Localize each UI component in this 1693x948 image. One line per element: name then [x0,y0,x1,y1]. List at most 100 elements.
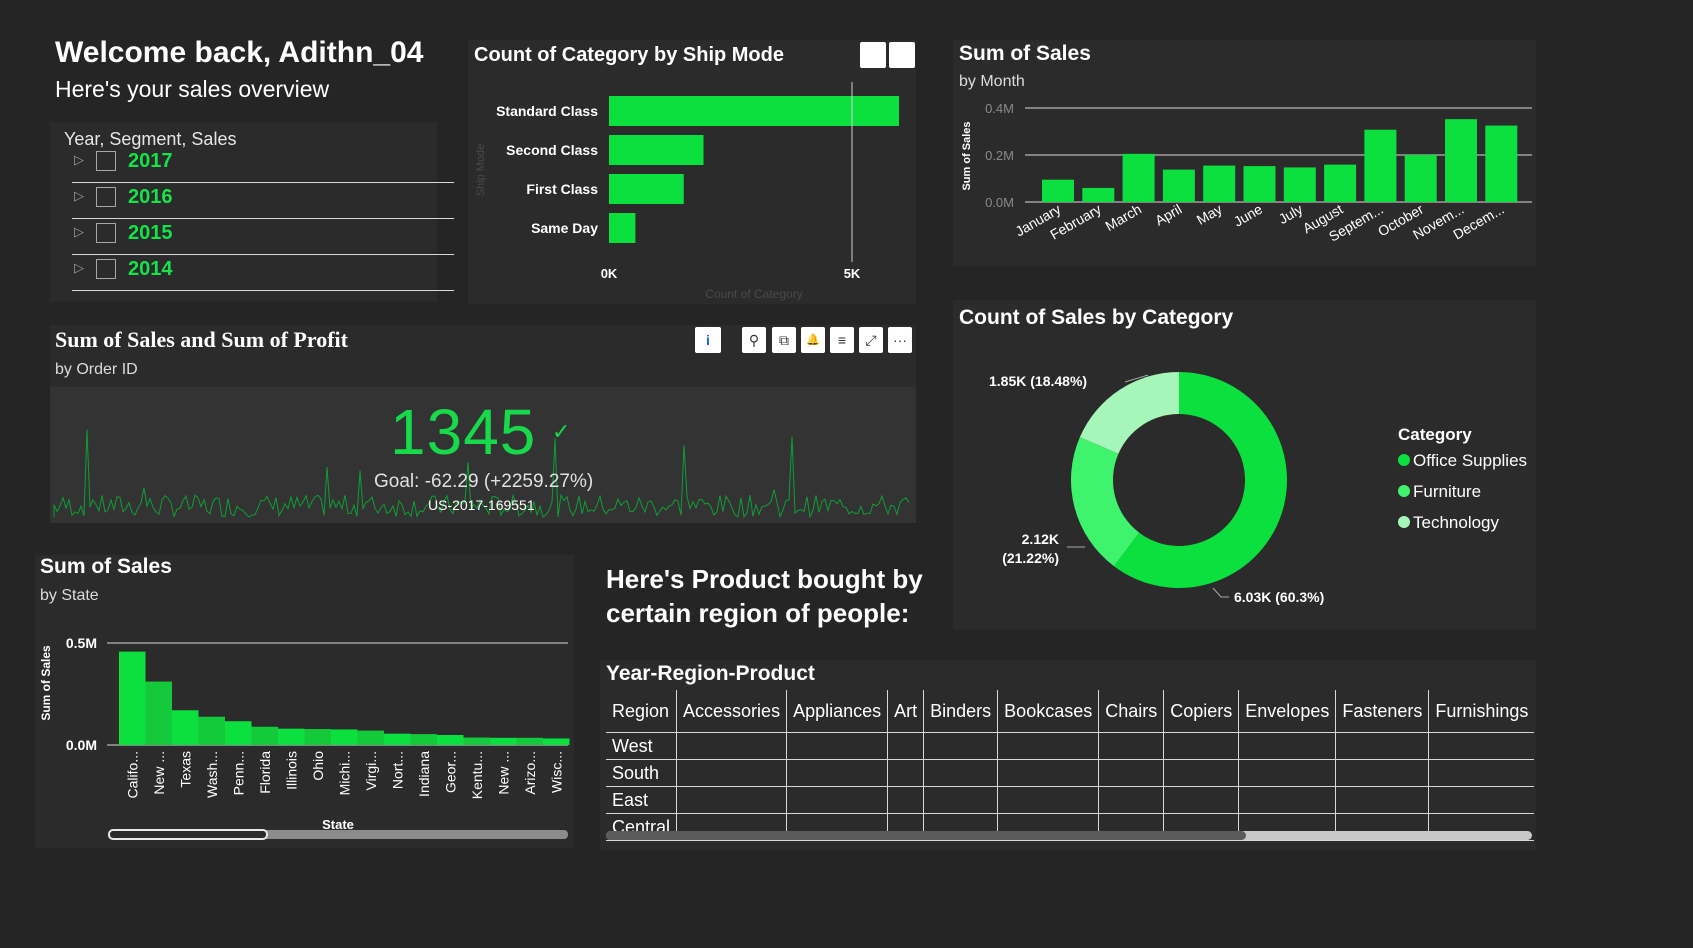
bar-month[interactable] [1162,169,1195,202]
table-cell [1163,786,1240,814]
table-row[interactable]: East [606,786,1534,814]
bar-month[interactable] [1243,166,1276,202]
donut-card: Count of Sales by Category 1.85K (18.48%… [953,300,1536,630]
bar-month[interactable] [1042,179,1074,202]
bar-state[interactable] [251,726,279,745]
bar-ship-mode[interactable] [609,96,900,126]
checkbox[interactable] [96,187,116,207]
bar-state[interactable] [437,734,464,745]
column-header[interactable]: Art [887,690,925,733]
bell-icon[interactable]: 🔔 [801,327,825,353]
checkbox[interactable] [96,151,116,171]
bar-state[interactable] [463,737,491,745]
column-header[interactable]: Fasteners [1335,690,1430,733]
table-cell [786,759,889,787]
bar-month[interactable] [1364,129,1397,202]
expand-arrow-icon[interactable]: ▷ [74,152,84,168]
bar-month[interactable] [1445,119,1477,202]
scrollbar-thumb[interactable] [108,829,268,840]
bar-month[interactable] [1203,165,1236,202]
bar-state[interactable] [490,737,517,745]
y-tick-label: 0.2M [985,148,1014,163]
legend-item-technology[interactable]: Technology [1398,513,1499,533]
row-header: South [606,759,678,787]
x-tick-label: Illinois [283,751,299,790]
info-button[interactable]: i [695,327,721,353]
x-tick-label: Penn... [230,751,246,795]
table-row[interactable]: West [606,732,1534,760]
bar-state[interactable] [225,721,252,745]
slicer-item-2014[interactable]: ▷ 2014 [72,252,454,291]
x-tick-label: Arizo... [522,751,538,795]
bar-ship-mode[interactable] [609,135,704,165]
bar-state[interactable] [543,738,570,745]
expand-arrow-icon[interactable]: ▷ [74,260,84,276]
bar-month[interactable] [1082,187,1115,202]
bar-state[interactable] [145,681,173,745]
bar-month[interactable] [1283,167,1316,202]
expand-arrow-icon[interactable]: ▷ [74,224,84,240]
checkbox[interactable] [96,223,116,243]
bar-state[interactable] [384,733,411,745]
bar-state[interactable] [516,737,544,745]
more-options-icon[interactable]: ··· [888,327,912,353]
expand-arrow-icon[interactable]: ▷ [74,188,84,204]
donut-slice[interactable] [1079,372,1179,454]
filter-icon[interactable]: ≡ [830,327,854,353]
y-tick-label: Second Class [506,142,598,158]
slicer-year-label: 2015 [128,222,173,244]
matrix-scrollbar-thumb[interactable] [606,831,1246,840]
slicer-item-2015[interactable]: ▷ 2015 [72,216,454,255]
bar-state[interactable] [410,734,438,745]
bar-month[interactable] [1324,164,1357,202]
kpi-order-id: US-2017-169551 [428,497,535,513]
leader-line [1212,587,1229,598]
x-tick-label: Virgi... [363,751,379,790]
x-tick-label: Califo... [124,751,140,798]
x-tick-label: Wash... [204,751,220,798]
matrix-table: Region Accessories Appliances Art Binders Boo… [606,690,1534,841]
column-header[interactable]: Appliances [786,690,889,733]
checkbox[interactable] [96,259,116,279]
x-tick-label: Texas [177,751,193,788]
column-header[interactable]: Envelopes [1238,690,1337,733]
bar-month[interactable] [1404,154,1437,202]
table-cell [997,786,1100,814]
data-label-furniture: 2.12K [1022,531,1059,547]
slicer-item-2016[interactable]: ▷ 2016 [72,180,454,219]
column-header[interactable]: Accessories [676,690,788,733]
legend-item-office-supplies[interactable]: Office Supplies [1398,451,1527,471]
bar-state[interactable] [172,710,199,745]
bar-ship-mode[interactable] [609,174,684,204]
copy-icon[interactable]: ⧉ [772,327,796,353]
bar-state[interactable] [119,651,146,745]
bar-ship-mode[interactable] [609,213,636,243]
bar-state[interactable] [198,716,226,745]
table-cell [1238,786,1337,814]
y-tick-label: 0.0M [985,195,1014,210]
bar-state[interactable] [357,730,385,745]
bar-state[interactable] [304,729,332,745]
bar-state[interactable] [331,729,358,745]
bar-month[interactable] [1122,153,1155,202]
expand-icon[interactable]: ⤢ [859,327,883,353]
legend-item-furniture[interactable]: Furniture [1398,482,1481,502]
bar-state[interactable] [278,728,305,745]
pin-icon[interactable]: ⚲ [742,327,766,353]
x-tick-label: March [1102,201,1144,234]
slicer-item-2017[interactable]: ▷ 2017 [72,144,454,183]
table-cell [1335,786,1430,814]
matrix-title: Year-Region-Product [606,662,815,685]
table-cell [887,759,925,787]
column-header[interactable]: Bookcases [997,690,1100,733]
table-row[interactable]: South [606,759,1534,787]
bar-month[interactable] [1485,125,1518,202]
column-header[interactable]: Copiers [1163,690,1240,733]
column-header[interactable]: Chairs [1098,690,1165,733]
legend-dot-icon [1398,516,1410,528]
legend-title: Category [1398,425,1472,444]
column-header-region[interactable]: Region [606,690,678,733]
slicer-year-label: 2016 [128,186,173,208]
column-header[interactable]: Binders [923,690,999,733]
column-header[interactable]: Furnishings [1428,690,1534,733]
